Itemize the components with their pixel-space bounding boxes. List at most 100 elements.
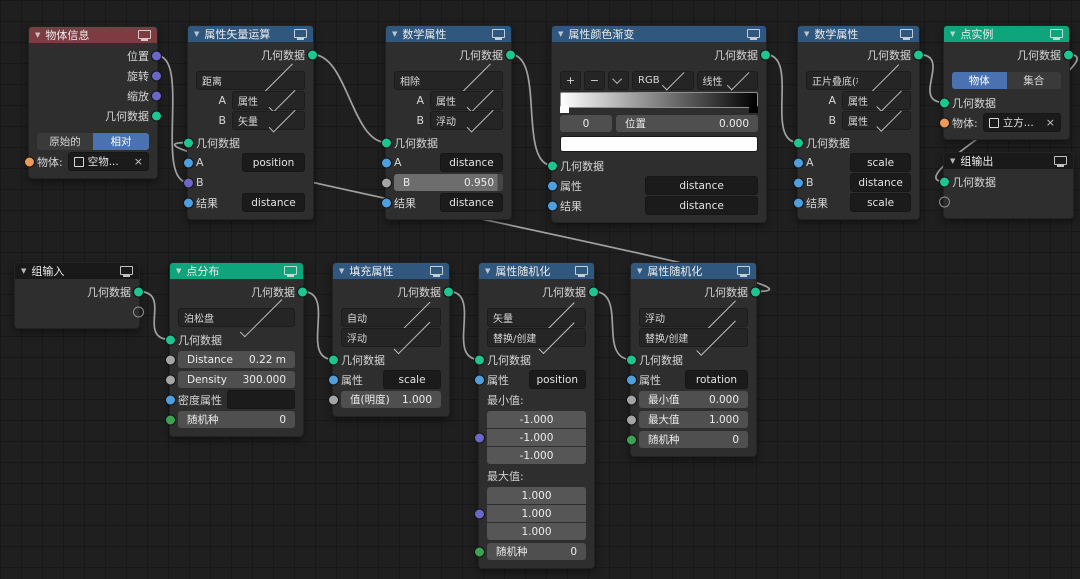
text-field[interactable]: distance xyxy=(440,153,503,172)
position-slider[interactable]: 位置0.000 xyxy=(616,115,758,132)
remove-stop-button[interactable]: − xyxy=(584,71,605,90)
socket-string[interactable] xyxy=(793,157,804,168)
socket-virtual[interactable] xyxy=(133,306,144,317)
socket-string[interactable] xyxy=(547,200,558,211)
display-toggle-icon[interactable] xyxy=(1054,156,1067,165)
socket-string[interactable] xyxy=(626,374,637,385)
value-slider[interactable]: B0.950 xyxy=(394,174,503,191)
toggle-集合[interactable]: 集合 xyxy=(1007,72,1062,89)
group-input-node[interactable]: ▼组输入几何数据 xyxy=(14,262,140,329)
node-editor-canvas[interactable]: ▼物体信息位置旋转缩放几何数据原始的相对物体:空物...×▼属性矢量运算几何数据… xyxy=(0,0,1080,579)
node-header[interactable]: ▼组输入 xyxy=(15,263,139,279)
dropdown-替换/创建[interactable]: 替换/创建 xyxy=(487,328,586,347)
socket-string[interactable] xyxy=(474,374,485,385)
socket-string[interactable] xyxy=(381,197,392,208)
value-slider[interactable]: 最小值0.000 xyxy=(639,391,748,408)
node-header[interactable]: ▼属性矢量运算 xyxy=(188,26,313,42)
attr-vec-math-node[interactable]: ▼属性矢量运算几何数据距离A属性B矢量几何数据ApositionB结果dista… xyxy=(187,25,314,220)
socket-geometry[interactable] xyxy=(474,354,485,365)
socket-string[interactable] xyxy=(381,157,392,168)
vector-component-field[interactable]: -1.000 xyxy=(487,411,586,428)
socket-vector[interactable] xyxy=(151,70,162,81)
socket-string[interactable] xyxy=(183,197,194,208)
socket-geometry[interactable] xyxy=(547,160,558,171)
attr-randomize-float-node[interactable]: ▼属性随机化几何数据浮动替换/创建几何数据属性rotation最小值0.000最… xyxy=(630,262,757,457)
attr-randomize-vector-node[interactable]: ▼属性随机化几何数据矢量替换/创建几何数据属性position最小值:-1.00… xyxy=(478,262,595,569)
text-field[interactable]: scale xyxy=(850,193,911,212)
node-header[interactable]: ▼组输出 xyxy=(944,153,1073,169)
node-header[interactable]: ▼数学属性 xyxy=(386,26,511,42)
dropdown-替换/创建[interactable]: 替换/创建 xyxy=(639,328,748,347)
color-swatch[interactable] xyxy=(560,136,758,152)
text-field[interactable]: position xyxy=(242,153,305,172)
node-header[interactable]: ▼物体信息 xyxy=(29,27,157,43)
socket-string[interactable] xyxy=(793,197,804,208)
value-slider[interactable]: 值(明度)1.000 xyxy=(341,391,441,408)
point-instance-node[interactable]: ▼点实例几何数据物体集合几何数据物体:立方...× xyxy=(943,25,1070,140)
collapse-icon[interactable]: ▼ xyxy=(637,268,642,275)
socket-geometry[interactable] xyxy=(793,137,804,148)
socket-int[interactable] xyxy=(474,546,485,557)
socket-geometry[interactable] xyxy=(165,334,176,345)
dropdown-浮动[interactable]: 浮动 xyxy=(341,328,441,347)
value-slider[interactable]: 随机种0 xyxy=(487,543,586,560)
display-toggle-icon[interactable] xyxy=(120,266,133,275)
node-header[interactable]: ▼属性随机化 xyxy=(479,263,594,279)
socket-geometry[interactable] xyxy=(328,354,339,365)
toggle-原始的[interactable]: 原始的 xyxy=(37,133,93,150)
dropdown-interpolation[interactable]: 线性 xyxy=(697,71,759,90)
attr-fill-node[interactable]: ▼填充属性几何数据自动浮动几何数据属性scale值(明度)1.000 xyxy=(332,262,450,417)
socket-string[interactable] xyxy=(183,157,194,168)
socket-float[interactable] xyxy=(381,177,392,188)
socket-int[interactable] xyxy=(626,434,637,445)
socket-geometry[interactable] xyxy=(626,354,637,365)
socket-vector[interactable] xyxy=(183,177,194,188)
vector-component-field[interactable]: 1.000 xyxy=(487,487,586,504)
value-slider[interactable]: Density300.000 xyxy=(178,371,295,388)
close-icon[interactable]: × xyxy=(134,156,143,167)
vector-component-field[interactable]: -1.000 xyxy=(487,447,586,464)
dropdown-属性[interactable]: 属性 xyxy=(430,91,503,110)
group-output-node[interactable]: ▼组输出几何数据 xyxy=(943,152,1074,219)
color-ramp[interactable] xyxy=(560,92,758,108)
toggle-物体[interactable]: 物体 xyxy=(952,72,1007,89)
collapse-icon[interactable]: ▼ xyxy=(35,32,40,39)
socket-geometry[interactable] xyxy=(151,110,162,121)
socket-object[interactable] xyxy=(24,156,35,167)
add-stop-button[interactable]: + xyxy=(560,71,581,90)
socket-string[interactable] xyxy=(165,394,176,405)
socket-geometry[interactable] xyxy=(939,176,950,187)
display-toggle-icon[interactable] xyxy=(900,29,913,38)
socket-float[interactable] xyxy=(165,374,176,385)
display-toggle-icon[interactable] xyxy=(284,266,297,275)
text-field[interactable]: rotation xyxy=(685,370,748,389)
socket-vector[interactable] xyxy=(474,508,485,519)
socket-geometry[interactable] xyxy=(1063,49,1074,60)
socket-geometry[interactable] xyxy=(939,97,950,108)
text-field[interactable]: distance xyxy=(440,193,503,212)
text-field[interactable] xyxy=(227,390,295,409)
text-field[interactable]: position xyxy=(529,370,586,389)
socket-string[interactable] xyxy=(547,180,558,191)
collapse-icon[interactable]: ▼ xyxy=(176,268,181,275)
dropdown-泊松盘[interactable]: 泊松盘 xyxy=(178,308,295,327)
collapse-icon[interactable]: ▼ xyxy=(485,268,490,275)
dropdown-属性[interactable]: 属性 xyxy=(842,91,911,110)
collapse-icon[interactable]: ▼ xyxy=(194,31,199,38)
display-toggle-icon[interactable] xyxy=(747,29,760,38)
node-header[interactable]: ▼属性颜色渐变 xyxy=(552,26,766,42)
close-icon[interactable]: × xyxy=(1046,117,1055,128)
text-field[interactable]: distance xyxy=(645,196,758,215)
socket-vector[interactable] xyxy=(474,432,485,443)
socket-string[interactable] xyxy=(328,374,339,385)
collapse-icon[interactable]: ▼ xyxy=(950,158,955,165)
socket-geometry[interactable] xyxy=(750,286,761,297)
socket-float[interactable] xyxy=(165,354,176,365)
value-slider[interactable]: 随机种0 xyxy=(639,431,748,448)
collapse-icon[interactable]: ▼ xyxy=(558,31,563,38)
collapse-icon[interactable]: ▼ xyxy=(392,31,397,38)
text-field[interactable]: distance xyxy=(242,193,305,212)
display-toggle-icon[interactable] xyxy=(737,266,750,275)
socket-float[interactable] xyxy=(626,414,637,425)
collapse-icon[interactable]: ▼ xyxy=(21,268,26,275)
